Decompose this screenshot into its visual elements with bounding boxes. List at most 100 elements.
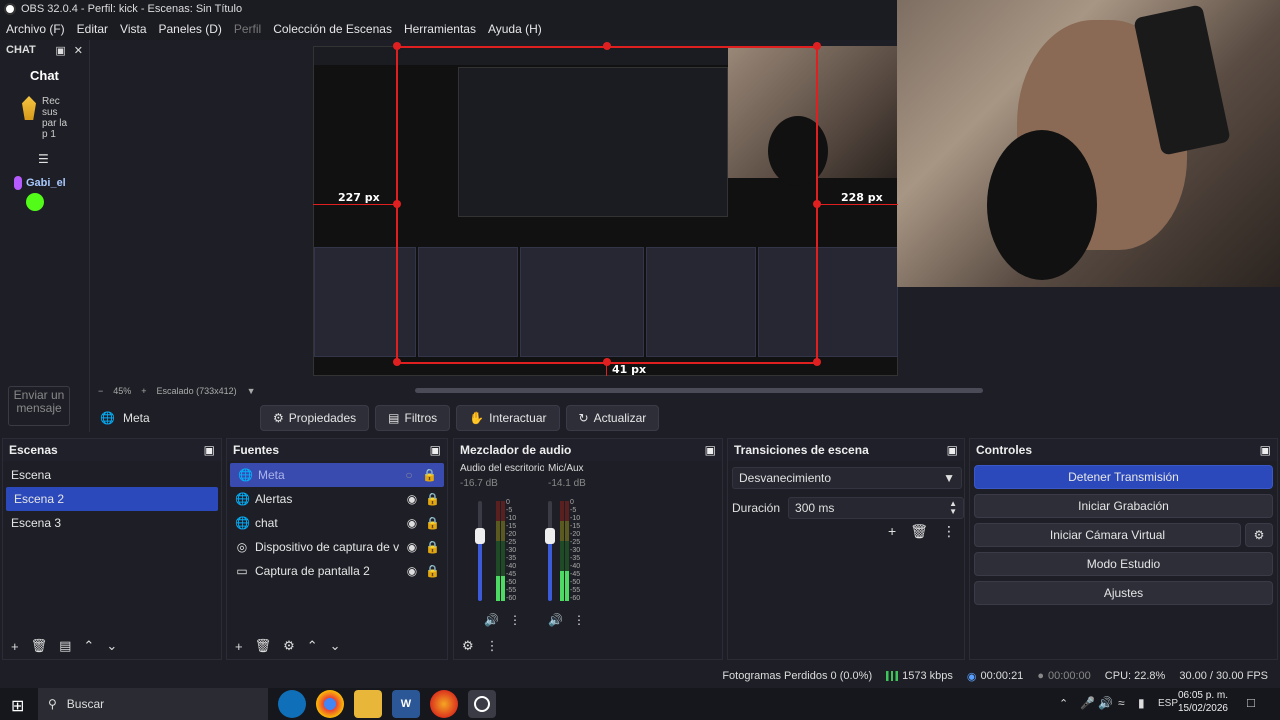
- dock-float-icon[interactable]: ▣: [705, 443, 716, 457]
- scene-item[interactable]: Escena 3: [3, 511, 221, 535]
- virtual-camera-settings-button[interactable]: ⚙: [1245, 523, 1273, 547]
- volume-fader[interactable]: [545, 501, 555, 601]
- properties-button[interactable]: ⚙ Propiedades: [260, 405, 370, 431]
- menu-editar[interactable]: Editar: [71, 22, 114, 36]
- menu-perfil[interactable]: Perfil: [228, 22, 267, 36]
- transition-select[interactable]: Desvanecimiento ▼: [732, 467, 962, 489]
- resize-handle[interactable]: [393, 200, 401, 208]
- resize-handle[interactable]: [603, 358, 611, 366]
- start-virtual-camera-button[interactable]: Iniciar Cámara Virtual: [974, 523, 1241, 547]
- mic-tray-icon[interactable]: 🎤: [1080, 696, 1095, 710]
- edge-icon[interactable]: [278, 690, 306, 718]
- chat-username[interactable]: Gabi_el: [26, 177, 66, 189]
- dock-float-icon[interactable]: ▣: [947, 443, 958, 457]
- lock-icon[interactable]: 🔒: [425, 564, 440, 578]
- add-icon[interactable]: +: [11, 639, 19, 654]
- menu-herramientas[interactable]: Herramientas: [398, 22, 482, 36]
- menu-ayuda[interactable]: Ayuda (H): [482, 22, 548, 36]
- trash-icon[interactable]: 🗑: [31, 638, 48, 654]
- menu-vista[interactable]: Vista: [114, 22, 152, 36]
- file-explorer-icon[interactable]: [354, 690, 382, 718]
- resize-handle[interactable]: [393, 358, 401, 366]
- notification-icon[interactable]: □: [1247, 695, 1255, 710]
- resize-handle[interactable]: [813, 358, 821, 366]
- zoom-in-button[interactable]: +: [141, 386, 146, 396]
- add-icon[interactable]: +: [888, 523, 896, 540]
- taskbar-clock[interactable]: 06:05 p. m. 15/02/2026: [1178, 689, 1228, 715]
- preview-scrollbar[interactable]: [415, 388, 983, 393]
- dock-float-icon[interactable]: ▣: [430, 443, 441, 457]
- scene-item-selected[interactable]: Escena 2: [6, 487, 218, 511]
- dock-float-icon[interactable]: ▣: [204, 443, 215, 457]
- volume-icon[interactable]: 🔊: [1098, 696, 1113, 710]
- more-icon[interactable]: ⋮: [486, 638, 499, 654]
- interact-button[interactable]: ✋ Interactuar: [456, 405, 560, 431]
- eye-icon[interactable]: ◉: [405, 516, 419, 530]
- more-icon[interactable]: ⋮: [942, 523, 956, 540]
- more-icon[interactable]: ⋮: [573, 613, 585, 627]
- dock-float-icon[interactable]: ▣: [1260, 443, 1271, 457]
- volume-fader[interactable]: [475, 501, 485, 601]
- filters-button[interactable]: ▤ Filtros: [375, 405, 451, 431]
- battery-icon[interactable]: ▮: [1138, 696, 1145, 710]
- chrome-icon[interactable]: [316, 690, 344, 718]
- resize-handle[interactable]: [393, 42, 401, 50]
- add-icon[interactable]: +: [235, 639, 243, 654]
- tray-chevron-icon[interactable]: ⌃: [1059, 697, 1068, 710]
- settings-button[interactable]: Ajustes: [974, 581, 1273, 605]
- language-indicator[interactable]: ESP: [1158, 698, 1178, 709]
- eye-icon[interactable]: ◉: [405, 564, 419, 578]
- source-item-selected[interactable]: 🌐 Meta ○ 🔒: [230, 463, 444, 487]
- close-icon[interactable]: ✕: [74, 44, 83, 57]
- filter-icon[interactable]: ▤: [59, 638, 71, 654]
- obs-taskbar-icon[interactable]: [468, 690, 496, 718]
- refresh-button[interactable]: ↻ Actualizar: [565, 405, 660, 431]
- menu-coleccion-escenas[interactable]: Colección de Escenas: [267, 22, 398, 36]
- trash-icon[interactable]: 🗑: [255, 638, 272, 654]
- mute-icon[interactable]: 🔊: [548, 613, 563, 627]
- windows-start-icon[interactable]: ⊞: [11, 696, 24, 716]
- source-item[interactable]: ▭ Captura de pantalla 2 ◉ 🔒: [227, 559, 447, 583]
- source-item[interactable]: 🌐 chat ◉ 🔒: [227, 511, 447, 535]
- source-item[interactable]: 🌐 Alertas ◉ 🔒: [227, 487, 447, 511]
- studio-mode-button[interactable]: Modo Estudio: [974, 552, 1273, 576]
- chat-input[interactable]: Enviar un mensaje: [8, 386, 70, 426]
- lock-icon[interactable]: 🔒: [422, 468, 437, 482]
- scene-item[interactable]: Escena: [3, 463, 221, 487]
- gear-icon[interactable]: ⚙: [283, 638, 295, 654]
- resize-handle[interactable]: [813, 42, 821, 50]
- lock-icon[interactable]: 🔒: [425, 492, 440, 506]
- eye-icon[interactable]: ◉: [405, 492, 419, 506]
- resize-handle[interactable]: [603, 42, 611, 50]
- stop-stream-button[interactable]: Detener Transmisión: [974, 465, 1273, 489]
- arrow-up-icon[interactable]: ⌃: [307, 638, 318, 654]
- fl-studio-icon[interactable]: [430, 690, 458, 718]
- lock-icon[interactable]: 🔒: [425, 516, 440, 530]
- trash-icon[interactable]: 🗑: [910, 523, 928, 540]
- start-recording-button[interactable]: Iniciar Grabación: [974, 494, 1273, 518]
- word-icon[interactable]: W: [392, 690, 420, 718]
- menu-lines-icon[interactable]: ☰: [38, 152, 49, 166]
- eye-hidden-icon[interactable]: ○: [402, 468, 416, 482]
- mute-icon[interactable]: 🔊: [484, 613, 499, 627]
- resize-handle[interactable]: [813, 200, 821, 208]
- arrow-down-icon[interactable]: ⌄: [330, 638, 341, 654]
- float-icon[interactable]: ▣: [55, 44, 65, 57]
- more-icon[interactable]: ⋮: [509, 613, 521, 627]
- arrow-down-icon[interactable]: ⌄: [106, 638, 117, 654]
- eye-icon[interactable]: ◉: [405, 540, 419, 554]
- scale-dropdown-icon[interactable]: ▼: [247, 386, 256, 396]
- source-item[interactable]: ◎ Dispositivo de captura de video ◉ 🔒: [227, 535, 447, 559]
- taskbar-search[interactable]: ⚲ Buscar: [38, 688, 268, 720]
- wifi-icon[interactable]: ≈: [1118, 696, 1125, 710]
- spin-arrows-icon[interactable]: ▲ ▼: [949, 500, 957, 516]
- gear-icon[interactable]: ⚙: [462, 638, 474, 654]
- menu-archivo[interactable]: Archivo (F): [0, 22, 71, 36]
- fader-knob[interactable]: [475, 528, 485, 544]
- arrow-up-icon[interactable]: ⌃: [83, 638, 94, 654]
- fader-knob[interactable]: [545, 528, 555, 544]
- lock-icon[interactable]: 🔒: [425, 540, 440, 554]
- zoom-out-button[interactable]: −: [98, 386, 103, 396]
- menu-paneles[interactable]: Paneles (D): [153, 22, 228, 36]
- duration-spinbox[interactable]: 300 ms ▲ ▼: [788, 497, 965, 519]
